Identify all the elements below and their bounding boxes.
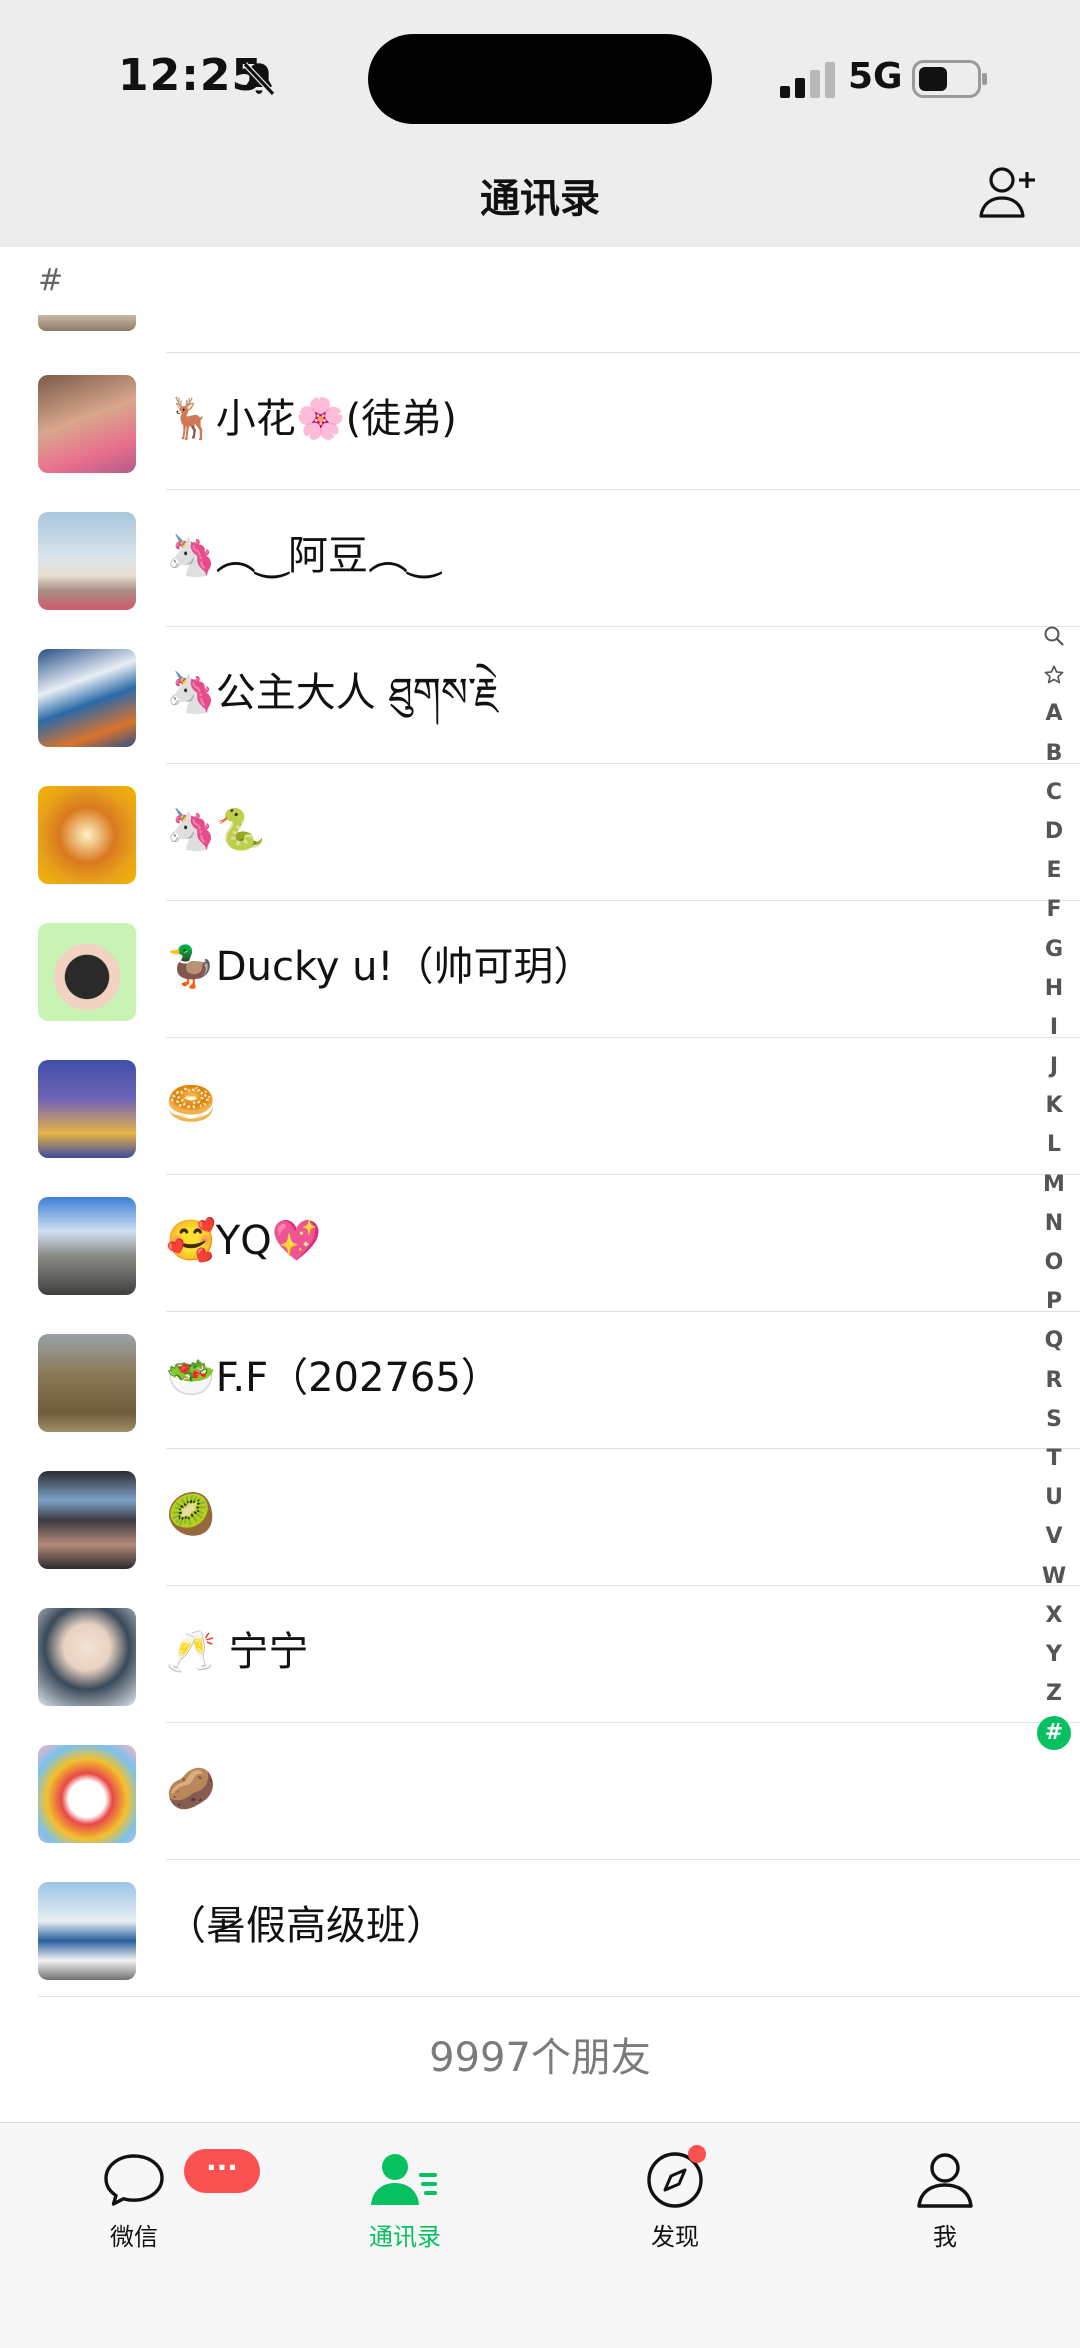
avatar bbox=[38, 1608, 136, 1706]
index-letter-active[interactable]: # bbox=[1036, 1713, 1072, 1752]
page-title: 通讯录 bbox=[480, 176, 600, 222]
add-friend-icon[interactable] bbox=[978, 164, 1038, 220]
contact-row[interactable]: 🦄︵‿阿豆︵‿ bbox=[0, 490, 1080, 627]
avatar bbox=[38, 786, 136, 884]
index-letter[interactable]: Q bbox=[1036, 1321, 1072, 1360]
contact-row[interactable]: 🥂 宁宁 bbox=[0, 1586, 1080, 1723]
section-header: # bbox=[0, 247, 1080, 315]
battery-icon bbox=[912, 60, 987, 98]
dynamic-island bbox=[368, 34, 712, 124]
contact-row[interactable]: 🥝 bbox=[0, 1449, 1080, 1586]
index-letter[interactable]: U bbox=[1036, 1478, 1072, 1517]
contact-list[interactable]: # 🦌小花🌸(徒弟) 🦄︵‿阿豆︵‿ 🦄公主大人 ཐུགས་རྗེ 🦄🐍 🦆Du… bbox=[0, 247, 1080, 2122]
contact-row[interactable]: 🦄公主大人 ཐུགས་རྗེ bbox=[0, 627, 1080, 764]
contacts-icon bbox=[371, 2154, 437, 2205]
contact-row[interactable]: 🥯 bbox=[0, 1038, 1080, 1175]
tab-contacts[interactable]: 通讯录 bbox=[315, 2151, 495, 2252]
tab-me[interactable]: 我 bbox=[855, 2151, 1035, 2252]
tab-discover[interactable]: 发现 bbox=[585, 2151, 765, 2252]
cellular-signal-icon bbox=[780, 62, 835, 98]
index-letter[interactable]: Y bbox=[1036, 1635, 1072, 1674]
index-letter[interactable]: S bbox=[1036, 1400, 1072, 1439]
tab-wechat[interactable]: 微信 ··· bbox=[44, 2149, 260, 2252]
contact-name: 🥯 bbox=[166, 1081, 216, 1127]
silent-bell-icon bbox=[242, 62, 276, 96]
contact-name: 🦄︵‿阿豆︵‿ bbox=[166, 533, 441, 579]
index-letter[interactable]: P bbox=[1036, 1282, 1072, 1321]
tab-label: 发现 bbox=[651, 2223, 699, 2251]
contact-row[interactable]: 🥗F.F（202765） bbox=[0, 1312, 1080, 1449]
index-letter[interactable]: M bbox=[1036, 1165, 1072, 1204]
index-letter[interactable]: F bbox=[1036, 890, 1072, 929]
avatar bbox=[38, 1060, 136, 1158]
contact-name: 🦄🐍 bbox=[166, 807, 266, 853]
contact-name: （暑假高级班） bbox=[166, 1903, 446, 1949]
index-letter[interactable]: T bbox=[1036, 1439, 1072, 1478]
index-letter[interactable]: C bbox=[1036, 773, 1072, 812]
avatar bbox=[38, 1334, 136, 1432]
index-letter[interactable]: X bbox=[1036, 1596, 1072, 1635]
index-letter[interactable]: O bbox=[1036, 1243, 1072, 1282]
friend-count: 9997个朋友 bbox=[429, 2035, 651, 2081]
index-search-icon[interactable] bbox=[1036, 616, 1072, 655]
avatar bbox=[38, 315, 136, 331]
index-letter[interactable]: L bbox=[1036, 1125, 1072, 1164]
avatar bbox=[38, 375, 136, 473]
tab-bar: 微信 ··· 通讯录 发现 我 bbox=[0, 2122, 1080, 2348]
contact-row[interactable]: 🦆Ducky u!（帅可玥） bbox=[0, 901, 1080, 1038]
avatar bbox=[38, 1197, 136, 1295]
alphabet-index[interactable]: A B C D E F G H I J K L M N O P Q R S T … bbox=[1036, 616, 1072, 1752]
index-letter[interactable]: K bbox=[1036, 1086, 1072, 1125]
index-star-icon[interactable] bbox=[1036, 655, 1072, 694]
network-type: 5G bbox=[848, 56, 903, 97]
avatar bbox=[38, 1471, 136, 1569]
top-bar: 12:25 5G 通讯录 bbox=[0, 0, 1080, 247]
index-letter[interactable]: G bbox=[1036, 930, 1072, 969]
avatar bbox=[38, 512, 136, 610]
index-letter[interactable]: V bbox=[1036, 1517, 1072, 1556]
avatar bbox=[38, 1882, 136, 1980]
person-icon bbox=[917, 2153, 973, 2208]
index-hash-label: # bbox=[1037, 1716, 1071, 1751]
contact-name: 🥝 bbox=[166, 1492, 216, 1538]
tab-label: 微信 bbox=[110, 2223, 158, 2251]
tab-label: 通讯录 bbox=[369, 2223, 441, 2251]
contact-row[interactable]: 🦌小花🌸(徒弟) bbox=[0, 353, 1080, 490]
contact-name: 🥗F.F（202765） bbox=[166, 1355, 501, 1401]
contact-row[interactable]: 🦄🐍 bbox=[0, 764, 1080, 901]
unread-badge: ··· bbox=[184, 2149, 260, 2193]
contact-row[interactable]: （暑假高级班） bbox=[0, 1860, 1080, 1997]
index-letter[interactable]: B bbox=[1036, 734, 1072, 773]
contact-name: 🥰YQ💖 bbox=[166, 1218, 322, 1264]
contact-name: 🦌小花🌸(徒弟) bbox=[166, 396, 457, 442]
index-letter[interactable]: N bbox=[1036, 1204, 1072, 1243]
discover-notification-dot bbox=[688, 2145, 706, 2163]
section-letter: # bbox=[38, 263, 64, 298]
chat-bubble-icon bbox=[104, 2154, 164, 2206]
index-letter[interactable]: R bbox=[1036, 1361, 1072, 1400]
index-letter[interactable]: W bbox=[1036, 1557, 1072, 1596]
index-letter[interactable]: J bbox=[1036, 1047, 1072, 1086]
avatar bbox=[38, 649, 136, 747]
avatar bbox=[38, 923, 136, 1021]
contact-row[interactable]: 🥰YQ💖 bbox=[0, 1175, 1080, 1312]
index-letter[interactable]: E bbox=[1036, 851, 1072, 890]
avatar bbox=[38, 1745, 136, 1843]
divider bbox=[38, 1996, 1080, 1997]
contact-name: 🥔 bbox=[166, 1766, 216, 1812]
contact-name: 🦄公主大人 ཐུགས་རྗེ bbox=[166, 670, 499, 716]
index-letter[interactable]: A bbox=[1036, 694, 1072, 733]
contact-name: 🦆Ducky u!（帅可玥） bbox=[166, 944, 594, 990]
contact-name: 🥂 宁宁 bbox=[166, 1629, 309, 1675]
index-letter[interactable]: I bbox=[1036, 1008, 1072, 1047]
index-letter[interactable]: D bbox=[1036, 812, 1072, 851]
tab-label: 我 bbox=[933, 2223, 957, 2251]
contact-row[interactable]: 🥔 bbox=[0, 1723, 1080, 1860]
index-letter[interactable]: Z bbox=[1036, 1674, 1072, 1713]
index-letter[interactable]: H bbox=[1036, 969, 1072, 1008]
